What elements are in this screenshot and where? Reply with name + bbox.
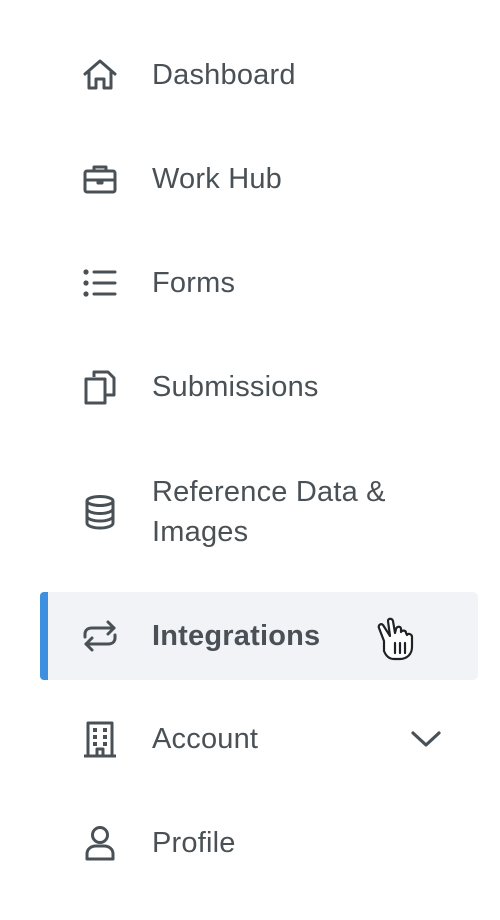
sidebar-item-account[interactable]: Account	[40, 719, 478, 759]
sidebar-item-work-hub[interactable]: Work Hub	[40, 159, 478, 199]
sidebar-item-label: Forms	[152, 267, 236, 299]
database-icon	[80, 492, 120, 532]
sidebar-item-label: Submissions	[152, 371, 319, 403]
hand-pointer-cursor-icon	[370, 614, 420, 664]
sidebar-item-label: Account	[152, 723, 259, 755]
copy-icon	[80, 367, 120, 407]
sidebar-item-label-line1: Reference Data &	[152, 476, 386, 508]
sidebar-item-forms[interactable]: Forms	[40, 263, 478, 303]
sync-arrows-icon	[80, 616, 120, 656]
chevron-down-icon[interactable]	[408, 723, 444, 755]
sidebar-item-dashboard[interactable]: Dashboard	[40, 55, 478, 95]
sidebar-item-submissions[interactable]: Submissions	[40, 367, 478, 407]
user-icon	[80, 823, 120, 863]
home-icon	[80, 55, 120, 95]
sidebar-item-label: Dashboard	[152, 59, 296, 91]
sidebar-item-label-line2: Images	[152, 516, 249, 548]
sidebar-item-label: Integrations	[152, 620, 321, 652]
active-indicator	[40, 592, 48, 680]
building-icon	[80, 719, 120, 759]
briefcase-icon	[80, 159, 120, 199]
list-icon	[80, 263, 120, 303]
sidebar-nav: Dashboard Work Hub Forms Submissions Ref…	[0, 0, 500, 920]
sidebar-item-reference-data[interactable]: Reference Data & Images	[40, 468, 478, 556]
sidebar-item-label: Profile	[152, 827, 236, 859]
sidebar-item-profile[interactable]: Profile	[40, 823, 478, 863]
sidebar-item-label: Work Hub	[152, 163, 282, 195]
